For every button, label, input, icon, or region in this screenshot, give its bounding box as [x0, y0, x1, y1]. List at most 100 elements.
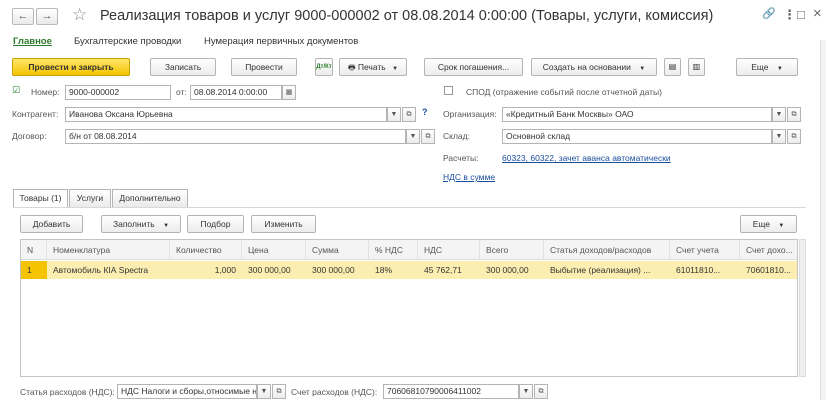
- counterparty-field[interactable]: Иванова Оксана Юрьевна: [65, 107, 387, 122]
- maximize-icon[interactable]: □: [797, 7, 805, 22]
- save-button[interactable]: Записать: [150, 58, 216, 76]
- dropdown-arrow-icon[interactable]: ▼: [387, 107, 401, 122]
- counterparty-label: Контрагент:: [12, 109, 59, 119]
- column-header[interactable]: Всего: [480, 240, 544, 260]
- tab-panel-border: [13, 207, 806, 208]
- table-more-label: Еще: [752, 219, 770, 229]
- post-button[interactable]: Провести: [231, 58, 297, 76]
- more-label: Еще: [751, 62, 769, 72]
- account-cell[interactable]: 61011810...: [670, 261, 740, 279]
- expense-item-vat-label: Статья расходов (НДС):: [20, 387, 115, 397]
- column-header[interactable]: Цена: [242, 240, 306, 260]
- printer-icon: 🖶: [347, 63, 356, 72]
- open-icon[interactable]: ⧉: [534, 384, 548, 399]
- spod-checkbox[interactable]: [444, 86, 453, 95]
- settlements-link[interactable]: 60323, 60322, зачет аванса автоматически: [502, 153, 671, 163]
- column-header[interactable]: Сумма: [306, 240, 369, 260]
- add-row-button[interactable]: Добавить: [20, 215, 83, 233]
- vat-rate-cell[interactable]: 18%: [369, 261, 418, 279]
- total-cell[interactable]: 300 000,00: [480, 261, 544, 279]
- report-icon[interactable]: ▥: [688, 58, 705, 76]
- table-row[interactable]: 1 Автомобиль КIА Spectra 1,000 300 000,0…: [21, 261, 797, 279]
- nomenclature-cell[interactable]: Автомобиль КIА Spectra: [47, 261, 170, 279]
- column-header[interactable]: Статья доходов/расходов: [544, 240, 670, 260]
- column-header[interactable]: НДС: [418, 240, 480, 260]
- organization-field[interactable]: «Кредитный Банк Москвы» ОАО: [502, 107, 772, 122]
- open-icon[interactable]: ⧉: [787, 129, 801, 144]
- income-account-cell[interactable]: 70601810...: [740, 261, 797, 279]
- table-scrollbar[interactable]: [799, 239, 806, 377]
- expense-account-vat-label: Счет расходов (НДС):: [291, 387, 378, 397]
- link-icon[interactable]: 🔗: [762, 7, 776, 20]
- select-button[interactable]: Подбор: [187, 215, 244, 233]
- document-icon[interactable]: ▤: [664, 58, 681, 76]
- contract-field[interactable]: б/н от 08.08.2014: [65, 129, 406, 144]
- dropdown-arrow-icon[interactable]: ▼: [519, 384, 533, 399]
- price-cell[interactable]: 300 000,00: [242, 261, 306, 279]
- open-icon[interactable]: ⧉: [787, 107, 801, 122]
- more-button[interactable]: Еще ▼: [736, 58, 798, 76]
- calendar-icon[interactable]: ▦: [282, 85, 296, 100]
- spod-label: СПОД (отражение событий после отчетной д…: [466, 87, 662, 97]
- tab-services[interactable]: Услуги: [69, 189, 111, 207]
- column-header[interactable]: Счет дохо...: [740, 240, 797, 260]
- dropdown-arrow-icon: ▼: [778, 223, 785, 229]
- tab-accounting-entries[interactable]: Бухгалтерские проводки: [74, 36, 181, 47]
- favorite-star-icon[interactable]: ☆: [72, 5, 87, 25]
- create-based-on-button[interactable]: Создать на основании ▼: [531, 58, 657, 76]
- date-label: от:: [176, 87, 187, 97]
- dropdown-arrow-icon: ▼: [776, 66, 783, 72]
- posted-check-icon: ☑: [12, 85, 21, 95]
- column-header[interactable]: Номенклатура: [47, 240, 170, 260]
- table-more-button[interactable]: Еще ▼: [740, 215, 797, 233]
- create-based-on-label: Создать на основании: [542, 62, 631, 72]
- column-header[interactable]: Количество: [170, 240, 242, 260]
- tab-additional[interactable]: Дополнительно: [112, 189, 188, 207]
- more-actions-icon[interactable]: ⋮: [783, 7, 796, 23]
- warehouse-field[interactable]: Основной склад: [502, 129, 772, 144]
- vat-cell[interactable]: 45 762,71: [418, 261, 480, 279]
- post-and-close-button[interactable]: Провести и закрыть: [12, 58, 130, 76]
- dt-kt-icon[interactable]: Дт/Кт: [315, 58, 333, 76]
- print-label: Печать: [357, 62, 386, 72]
- income-item-cell[interactable]: Выбытие (реализация) ...: [544, 261, 670, 279]
- column-header[interactable]: N: [21, 240, 47, 260]
- quantity-cell[interactable]: 1,000: [170, 261, 242, 279]
- number-field[interactable]: 9000-000002: [65, 85, 171, 100]
- contract-label: Договор:: [12, 131, 47, 141]
- dropdown-arrow-icon[interactable]: ▼: [406, 129, 420, 144]
- back-button[interactable]: ←: [12, 8, 34, 25]
- expense-item-vat-field[interactable]: НДС Налоги и сборы,относимые н: [117, 384, 257, 399]
- dropdown-arrow-icon[interactable]: ▼: [772, 107, 786, 122]
- fill-label: Заполнить: [112, 219, 155, 229]
- form-scrollbar[interactable]: [820, 40, 826, 400]
- row-number-cell[interactable]: 1: [21, 261, 47, 279]
- open-icon[interactable]: ⧉: [402, 107, 416, 122]
- tab-document-numbering[interactable]: Нумерация первичных документов: [204, 36, 358, 47]
- warehouse-label: Склад:: [443, 131, 470, 141]
- forward-button[interactable]: →: [36, 8, 58, 25]
- print-button[interactable]: 🖶 Печать ▼: [339, 58, 407, 76]
- goods-table: N Номенклатура Количество Цена Сумма % Н…: [20, 239, 798, 377]
- open-icon[interactable]: ⧉: [421, 129, 435, 144]
- close-icon[interactable]: ×: [813, 5, 822, 22]
- tab-main[interactable]: Главное: [13, 36, 52, 47]
- change-button[interactable]: Изменить: [251, 215, 316, 233]
- table-header: N Номенклатура Количество Цена Сумма % Н…: [21, 240, 797, 260]
- sum-cell[interactable]: 300 000,00: [306, 261, 369, 279]
- due-date-button[interactable]: Срок погашения...: [424, 58, 523, 76]
- tab-goods[interactable]: Товары (1): [13, 189, 68, 208]
- column-header[interactable]: Счет учета: [670, 240, 740, 260]
- help-icon[interactable]: ?: [422, 107, 428, 117]
- fill-button[interactable]: Заполнить ▼: [101, 215, 181, 233]
- vat-in-sum-link[interactable]: НДС в сумме: [443, 172, 495, 182]
- column-header[interactable]: % НДС: [369, 240, 418, 260]
- settlements-label: Расчеты:: [443, 153, 479, 163]
- dropdown-arrow-icon[interactable]: ▼: [772, 129, 786, 144]
- window-title: Реализация товаров и услуг 9000-000002 о…: [100, 8, 714, 24]
- dropdown-arrow-icon[interactable]: ▼: [257, 384, 271, 399]
- expense-account-vat-field[interactable]: 70606810790006411002: [383, 384, 519, 399]
- open-icon[interactable]: ⧉: [272, 384, 286, 399]
- date-field[interactable]: 08.08.2014 0:00:00: [190, 85, 282, 100]
- dropdown-arrow-icon: ▼: [163, 223, 170, 229]
